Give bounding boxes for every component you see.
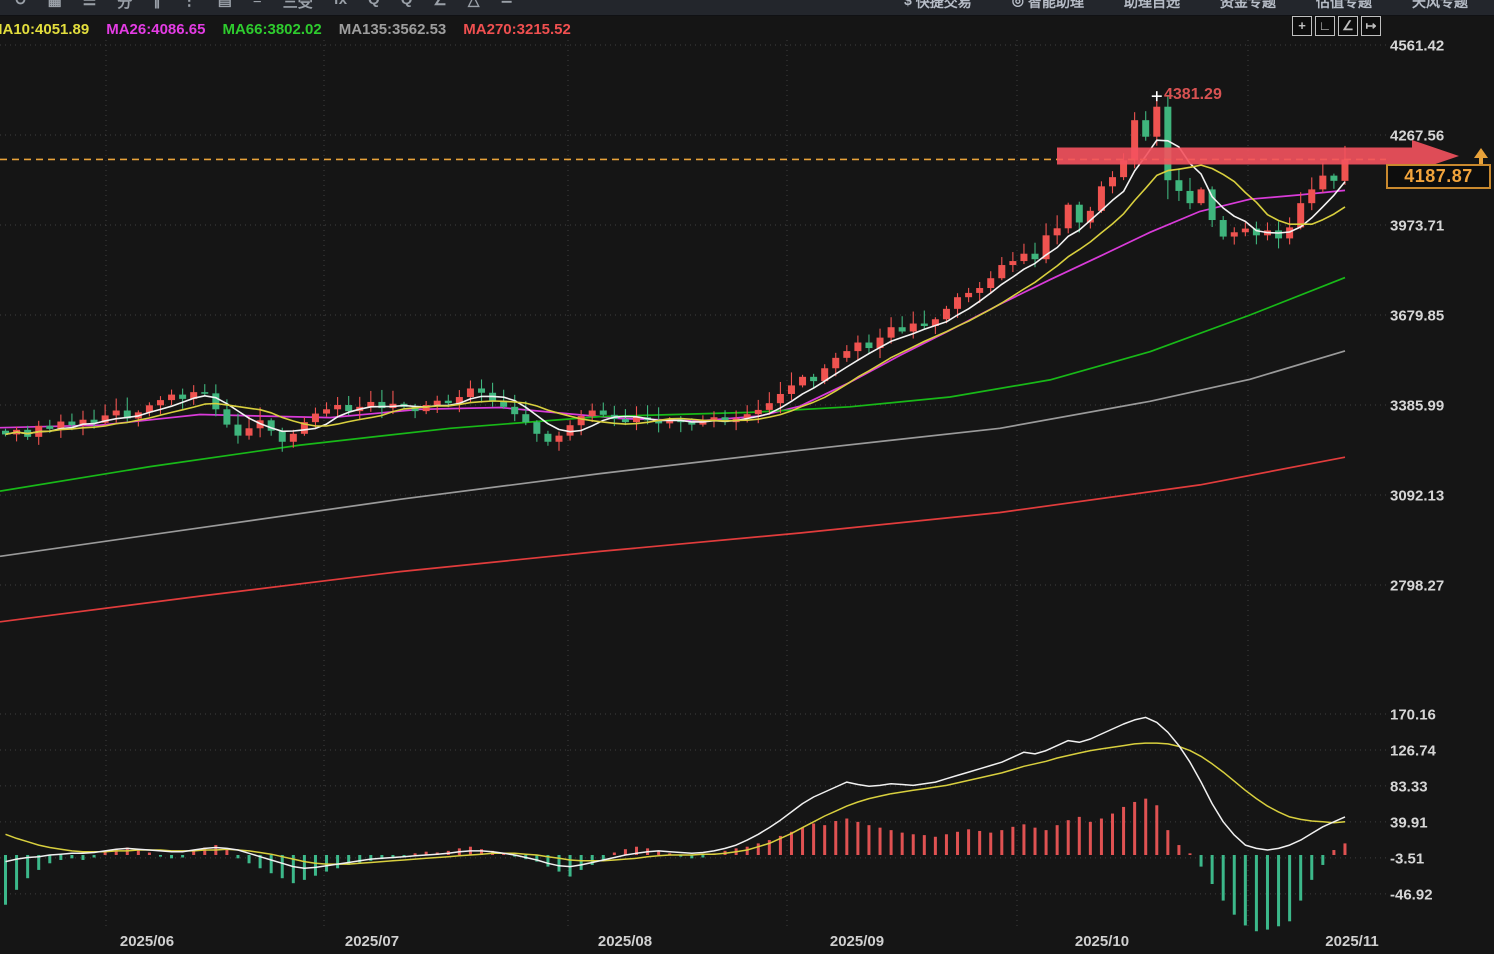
toolbar-icon[interactable]: ☰ [83,0,96,15]
price-tick-label: 3385.99 [1390,398,1444,415]
toolbar-menu-label: 估值专题 [1316,0,1372,15]
toolbar-left-icons: ↻ ▦ ☰ 分 ∥ ⋮ ▤ ≡ 三受 fx Q Q ∠ △ ≙ [14,0,513,15]
ma-legend-item: MA135:3562.53 [339,21,447,38]
toolbar-right-menu: $ 快捷交易 ◎ 智能助理 助理自选 资金专题 估值专题 天风专题 [904,0,1468,15]
indicator-tick-label: 39.91 [1390,814,1428,831]
toolbar-icon[interactable]: ≙ [500,0,513,15]
toolbar-menu-item[interactable]: 资金专题 [1220,0,1276,15]
toolbar-icon[interactable]: fx [334,0,347,15]
toolbar-icon[interactable]: ≡ [253,0,262,15]
candlestick-chart[interactable]: 4381.29 4561.42 4267.56 3973.71 3679.85 3385.… [0,0,1494,954]
ma-line-ma135 [0,351,1345,556]
chart-corner-tools: +∟∠↦ [1292,16,1381,36]
toolbar-menu-item[interactable]: $ 快捷交易 [904,0,972,15]
ma-line-ma26 [0,190,1345,427]
indicator-tick-label: 83.33 [1390,778,1428,795]
exit-chart-icon[interactable]: ↦ [1361,16,1381,36]
indicator-tick-label: -3.51 [1390,850,1424,867]
ma-legend-item: MA10:4051.89 [0,21,89,38]
toolbar-menu-label: 天风专题 [1412,0,1468,15]
toolbar-menu-label: 资金专题 [1220,0,1276,15]
date-axis: 2025/06 2025/07 2025/08 2025/09 2025/10 2025/… [120,933,1379,950]
date-tick-label: 2025/07 [345,933,399,950]
toolbar-icon[interactable]: ∠ [433,0,446,15]
price-tick-label: 3679.85 [1390,308,1444,325]
toolbar-icon[interactable]: ⋮ [182,0,197,15]
quick-trade-icon: $ [904,0,912,15]
ma-legend-item: MA26:4086.65 [106,21,205,38]
ma-lines-layer [0,190,1345,621]
ma-line-ma10 [6,165,1346,434]
date-tick-label: 2025/09 [830,933,884,950]
toolbar-icon[interactable]: 分 [117,0,132,15]
toolbar-icon[interactable]: ↻ [14,0,27,15]
trend-arrow-body [1057,148,1412,165]
ma-legend: MA10:4051.89 MA26:4086.65 MA66:3802.02 MA13… [0,21,571,38]
price-tick-label: 2798.27 [1390,578,1444,595]
toolbar-menu-label: 智能助理 [1028,0,1084,15]
price-tick-label: 3973.71 [1390,218,1444,235]
toolbar-menu-label: 快捷交易 [916,0,972,15]
toolbar-menu-item[interactable]: 天风专题 [1412,0,1468,15]
date-tick-label: 2025/11 [1325,933,1378,950]
high-price-label: 4381.29 [1164,86,1222,103]
short-ma-layer [6,140,1346,434]
indicator-tick-label: 126.74 [1390,742,1437,759]
toolbar-menu-item[interactable]: ◎ 智能助理 [1012,0,1084,15]
price-tick-label: 4267.56 [1390,128,1444,145]
price-tick-label: 3092.13 [1390,488,1444,505]
ma-legend-item: MA66:3802.02 [222,21,321,38]
top-toolbar: ↻ ▦ ☰ 分 ∥ ⋮ ▤ ≡ 三受 fx Q Q ∠ △ ≙ $ 快捷交易 ◎ 智能助理 助理自选 资金专题 估值专题… [0,0,1494,16]
indicator-tick-label: -46.92 [1390,886,1433,903]
ma-legend-item: MA270:3215.52 [463,21,571,38]
axis-price-marker-icon [1474,148,1488,158]
toolbar-menu-item[interactable]: 估值专题 [1316,0,1372,15]
toolbar-icon[interactable]: ▤ [218,0,232,15]
toolbar-icon[interactable]: ∥ [153,0,161,15]
scale-axis-left-icon[interactable]: ∟ [1315,16,1335,36]
toolbar-icon[interactable]: △ [468,0,480,15]
toolbar-menu-label: 助理自选 [1124,0,1180,15]
toolbar-menu-item[interactable]: 助理自选 [1124,0,1180,15]
toolbar-icon[interactable]: 三受 [283,0,313,15]
scale-axis-right-icon[interactable]: ∠ [1338,16,1358,36]
toolbar-icon[interactable]: ▦ [48,0,62,15]
pan-tool-icon[interactable]: + [1292,16,1312,36]
grid-layer [0,40,1386,930]
dea-line [6,743,1346,864]
ma-line-ma66 [0,278,1345,492]
date-tick-label: 2025/08 [598,933,652,950]
indicator-tick-label: 170.16 [1390,706,1436,723]
last-price-tag: 4187.87 [1386,164,1491,189]
date-tick-label: 2025/06 [120,933,174,950]
price-tick-label: 4561.42 [1390,38,1444,55]
toolbar-icon[interactable]: Q [368,0,380,15]
toolbar-icon[interactable]: Q [401,0,413,15]
ma-line-ma270 [0,457,1345,622]
dif-line [6,717,1346,868]
ma-line-ma5 [6,140,1346,434]
date-tick-label: 2025/10 [1075,933,1129,950]
assistant-icon: ◎ [1012,0,1024,15]
